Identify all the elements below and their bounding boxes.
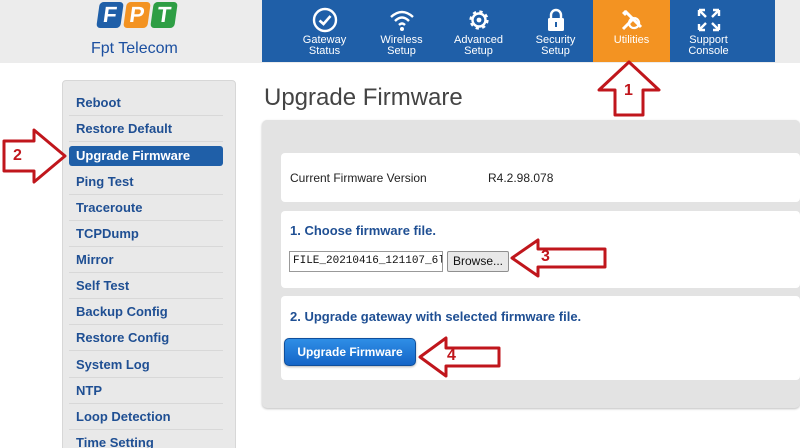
annotation-number: 4: [447, 347, 456, 364]
annotation-number: 3: [541, 248, 550, 265]
brand-name: Fpt Telecom: [91, 40, 178, 57]
nav-wireless-setup[interactable]: Wireless Setup: [363, 0, 440, 62]
sidebar-item-tcpdump[interactable]: TCPDump: [69, 223, 223, 247]
header: F P T Fpt Telecom Gateway Status Wireles…: [0, 0, 800, 63]
logo-letter-f: F: [96, 2, 124, 28]
step1-title: 1. Choose firmware file.: [290, 223, 436, 238]
sidebar-item-reboot[interactable]: Reboot: [69, 92, 223, 116]
nav-label: Wireless Setup: [380, 34, 423, 57]
check-circle-icon: [312, 7, 338, 33]
sidebar-item-ntp[interactable]: NTP: [69, 380, 223, 404]
current-firmware-label: Current Firmware Version: [290, 171, 427, 185]
nav-support-console[interactable]: Support Console: [670, 0, 747, 62]
annotation-number: 1: [624, 82, 633, 99]
sidebar-item-loop-detection[interactable]: Loop Detection: [69, 406, 223, 430]
sidebar-item-mirror[interactable]: Mirror: [69, 249, 223, 273]
sidebar-item-backup-config[interactable]: Backup Config: [69, 301, 223, 325]
fpt-logo[interactable]: F P T Fpt Telecom: [88, 0, 192, 62]
sidebar-item-time-setting[interactable]: Time Setting: [69, 432, 223, 448]
browse-button[interactable]: Browse...: [447, 251, 509, 272]
nav-label: Advanced Setup: [454, 34, 503, 57]
nav-utilities[interactable]: Utilities: [593, 0, 670, 62]
nav-label: Support Console: [688, 34, 729, 57]
sidebar-item-self-test[interactable]: Self Test: [69, 275, 223, 299]
annotation-arrow-right-icon: [2, 128, 67, 184]
sidebar-item-ping-test[interactable]: Ping Test: [69, 171, 223, 195]
nav-gateway-status[interactable]: Gateway Status: [286, 0, 363, 62]
sidebar-item-restore-config[interactable]: Restore Config: [69, 327, 223, 351]
arrows-icon: [697, 8, 721, 32]
sidebar-item-upgrade-firmware[interactable]: Upgrade Firmware: [69, 146, 223, 166]
tools-icon: [621, 9, 643, 31]
sidebar: Reboot Restore Default Upgrade Firmware …: [62, 80, 236, 448]
firmware-file-field[interactable]: FILE_20210416_121107_6l: [289, 251, 443, 272]
nav-label: Utilities: [613, 34, 650, 46]
logo-letter-p: P: [123, 2, 151, 28]
nav-label: Gateway Status: [302, 34, 347, 57]
sidebar-item-system-log[interactable]: System Log: [69, 354, 223, 378]
upgrade-firmware-button[interactable]: Upgrade Firmware: [284, 338, 416, 366]
nav-label: Security Setup: [535, 34, 576, 57]
step2-title: 2. Upgrade gateway with selected firmwar…: [290, 309, 582, 324]
wifi-icon: [390, 10, 414, 31]
lock-icon: [548, 8, 564, 31]
nav-advanced-setup[interactable]: Advanced Setup: [440, 0, 517, 62]
main-nav: Gateway Status Wireless Setup Advanced S…: [262, 0, 775, 62]
annotation-arrow-left-icon: [510, 238, 607, 278]
gear-icon: [469, 10, 489, 30]
nav-security-setup[interactable]: Security Setup: [517, 0, 594, 62]
logo-letter-t: T: [150, 2, 178, 28]
annotation-arrow-left-icon: [418, 336, 501, 378]
sidebar-item-restore-default[interactable]: Restore Default: [69, 118, 223, 142]
current-firmware-value: R4.2.98.078: [488, 171, 554, 185]
sidebar-item-traceroute[interactable]: Traceroute: [69, 197, 223, 221]
annotation-number: 2: [13, 147, 22, 164]
page-title: Upgrade Firmware: [264, 84, 463, 111]
